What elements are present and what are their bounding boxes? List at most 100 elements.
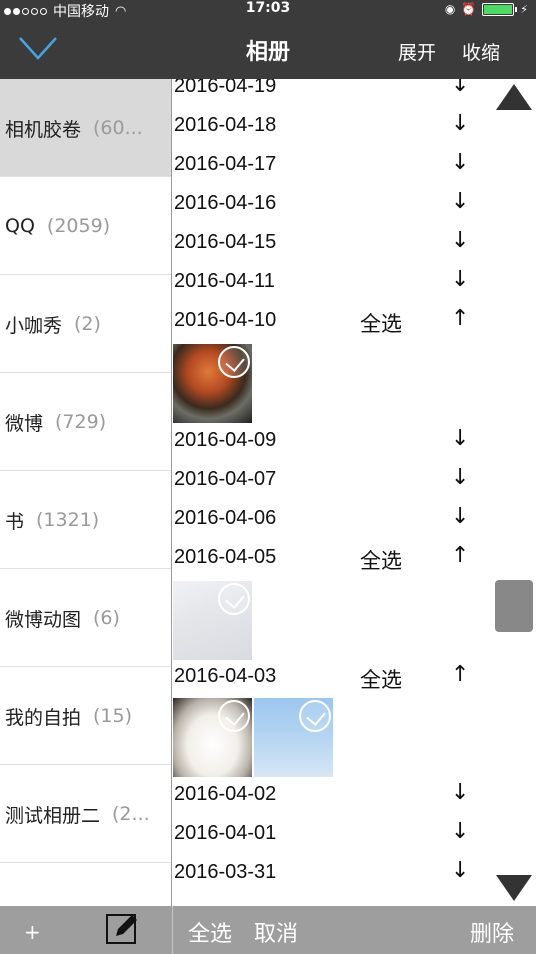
date-list: 2016-04-19 ↓ 2016-04-18 ↓ 2016-04-17 ↓ 2… <box>173 79 536 906</box>
album-name: 小咖秀 <box>5 314 63 337</box>
photo-thumbnail[interactable] <box>254 698 333 777</box>
date-row[interactable]: 2016-04-06 ↓ <box>173 501 493 540</box>
date-row[interactable]: 2016-04-15 ↓ <box>173 225 493 264</box>
date-label: 2016-04-02 <box>174 783 277 805</box>
date-label: 2016-04-01 <box>174 822 277 844</box>
date-row[interactable]: 2016-04-05 全选 ↑ <box>173 540 493 579</box>
date-label: 2016-04-05 <box>174 546 277 568</box>
status-right: ◉ ⏰ ⚡ <box>445 2 528 16</box>
album-count: (15) <box>93 705 133 727</box>
checkmark-icon[interactable] <box>218 583 250 615</box>
date-row[interactable]: 2016-04-03 全选 ↑ <box>173 659 493 698</box>
date-row[interactable]: 2016-04-07 ↓ <box>173 462 493 501</box>
expand-arrow-icon[interactable]: ↓ <box>451 504 469 529</box>
date-row[interactable]: 2016-03-31 ↓ <box>173 855 493 894</box>
expand-arrow-icon[interactable]: ↓ <box>451 79 469 97</box>
album-count: (6) <box>93 607 120 629</box>
expand-arrow-icon[interactable]: ↓ <box>451 426 469 451</box>
album-count: (2... <box>112 803 150 825</box>
expand-arrow-icon[interactable]: ↓ <box>451 111 469 136</box>
album-item-qq[interactable]: QQ (2059) <box>0 177 171 275</box>
expand-arrow-icon[interactable]: ↓ <box>451 465 469 490</box>
album-count: (60... <box>93 117 143 139</box>
scrollbar-thumb[interactable] <box>495 580 533 632</box>
select-all-button[interactable]: 全选 <box>360 308 402 338</box>
date-row[interactable]: 2016-04-19 ↓ <box>173 79 493 108</box>
date-label: 2016-04-17 <box>174 153 277 175</box>
cancel-button[interactable]: 取消 <box>254 916 298 948</box>
date-label: 2016-04-06 <box>174 507 277 529</box>
expand-arrow-icon[interactable]: ↓ <box>451 819 469 844</box>
date-label: 2016-04-16 <box>174 192 277 214</box>
date-row[interactable]: 2016-04-11 ↓ <box>173 264 493 303</box>
date-label: 2016-04-07 <box>174 468 277 490</box>
album-item-camera-roll[interactable]: 相机胶卷 (60... <box>0 79 171 177</box>
expand-arrow-icon[interactable]: ↓ <box>451 780 469 805</box>
checkmark-icon[interactable] <box>218 700 250 732</box>
album-sidebar: 相机胶卷 (60... QQ (2059) 小咖秀 (2) 微博 (729) 书… <box>0 79 172 906</box>
photo-thumbnail[interactable] <box>173 581 252 660</box>
date-row[interactable]: 2016-04-02 ↓ <box>173 777 493 816</box>
photo-thumbnail[interactable] <box>173 698 252 777</box>
nav-bar: 相册 展开 收缩 <box>0 18 536 79</box>
expand-button[interactable]: 展开 <box>398 38 436 65</box>
expand-arrow-icon[interactable]: ↓ <box>451 150 469 175</box>
album-name: QQ <box>5 215 35 237</box>
date-row[interactable]: 2016-04-16 ↓ <box>173 186 493 225</box>
charging-icon: ⚡ <box>520 2 528 16</box>
date-label: 2016-04-19 <box>174 79 277 97</box>
album-count: (2059) <box>46 215 111 237</box>
date-row[interactable]: 2016-04-10 全选 ↑ <box>173 303 493 342</box>
album-item-weibo[interactable]: 微博 (729) <box>0 373 171 471</box>
collapse-button[interactable]: 收缩 <box>462 38 500 65</box>
scroll-up-icon[interactable] <box>494 82 534 112</box>
album-name: 微博 <box>5 412 44 435</box>
scroll-down-icon[interactable] <box>494 873 534 903</box>
expand-arrow-icon[interactable]: ↓ <box>451 267 469 292</box>
checkmark-icon[interactable] <box>218 346 250 378</box>
divider <box>172 906 173 954</box>
date-label: 2016-04-18 <box>174 114 277 136</box>
date-label: 2016-04-15 <box>174 231 277 253</box>
album-name: 相机胶卷 <box>5 118 82 141</box>
add-album-button[interactable]: + <box>24 920 41 944</box>
battery-icon <box>482 2 518 16</box>
lock-rotation-icon: ◉ <box>444 2 456 16</box>
edit-icon[interactable] <box>104 910 140 946</box>
expand-arrow-icon[interactable]: ↓ <box>451 189 469 214</box>
date-row[interactable]: 2016-04-18 ↓ <box>173 108 493 147</box>
album-item-xiaokaxiu[interactable]: 小咖秀 (2) <box>0 275 171 373</box>
date-label: 2016-03-31 <box>174 861 277 883</box>
album-item-book[interactable]: 书 (1321) <box>0 471 171 569</box>
date-label: 2016-04-09 <box>174 429 277 451</box>
album-item-test-album-2[interactable]: 测试相册二 (2... <box>0 765 171 863</box>
collapse-arrow-icon[interactable]: ↑ <box>451 543 469 568</box>
select-all-button[interactable]: 全选 <box>360 545 402 575</box>
status-bar: 中国移动 ◠ 17:03 ◉ ⏰ ⚡ <box>0 0 536 20</box>
checkmark-icon[interactable] <box>299 700 331 732</box>
expand-arrow-icon[interactable]: ↓ <box>451 228 469 253</box>
date-row[interactable]: 2016-04-09 ↓ <box>173 423 493 462</box>
bottom-toolbar: + 全选 取消 删除 <box>0 906 536 954</box>
delete-button[interactable]: 删除 <box>470 916 514 948</box>
album-item-selfie[interactable]: 我的自拍 (15) <box>0 667 171 765</box>
page-title: 相册 <box>245 40 290 65</box>
date-label: 2016-04-03 <box>174 665 277 687</box>
album-item-weibo-gif[interactable]: 微博动图 (6) <box>0 569 171 667</box>
expand-arrow-icon[interactable]: ↓ <box>451 858 469 883</box>
album-count: (1321) <box>36 509 100 531</box>
photo-thumbnail[interactable] <box>173 344 252 423</box>
album-count: (729) <box>55 411 107 433</box>
date-label: 2016-04-11 <box>174 270 275 292</box>
collapse-arrow-icon[interactable]: ↑ <box>451 662 469 687</box>
collapse-arrow-icon[interactable]: ↑ <box>451 306 469 331</box>
select-all-button[interactable]: 全选 <box>360 664 402 694</box>
date-row[interactable]: 2016-04-01 ↓ <box>173 816 493 855</box>
album-name: 书 <box>5 510 25 533</box>
date-row[interactable]: 2016-04-17 ↓ <box>173 147 493 186</box>
date-label: 2016-04-10 <box>174 309 277 331</box>
album-count: (2) <box>74 313 101 335</box>
select-all-button[interactable]: 全选 <box>188 916 232 948</box>
album-name: 测试相册二 <box>5 804 101 827</box>
alarm-icon: ⏰ <box>461 2 477 16</box>
